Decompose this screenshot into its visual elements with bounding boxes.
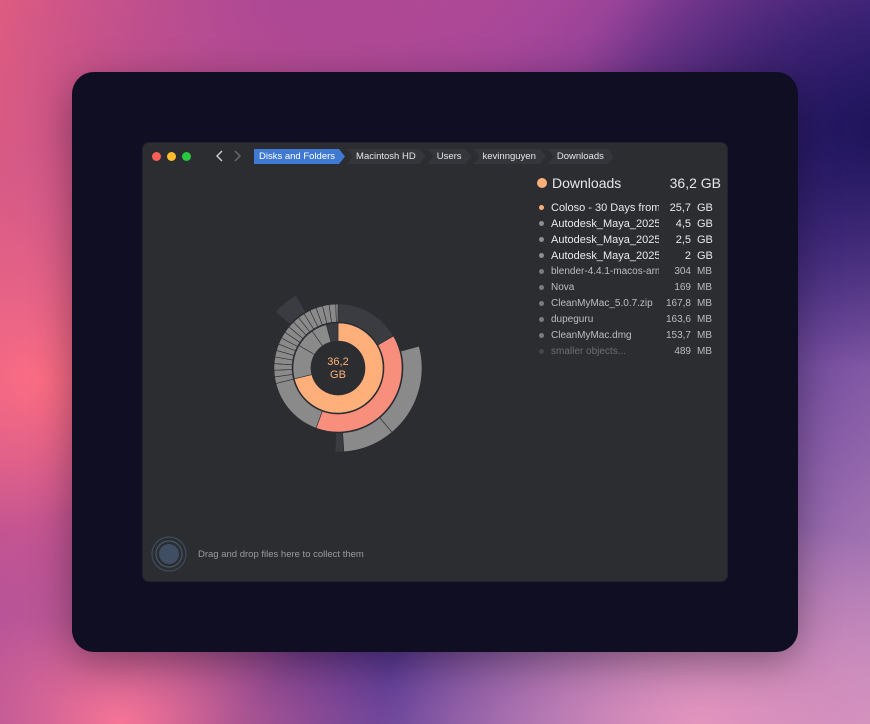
item-color-dot xyxy=(539,237,544,242)
item-size: 167,8 xyxy=(665,298,691,309)
item-name: Nova xyxy=(551,282,575,293)
sunburst-center[interactable] xyxy=(312,342,364,394)
item-name: blender-4.4.1-macos-arm64 xyxy=(551,266,659,277)
item-color-dot xyxy=(539,349,544,354)
breadcrumb-downloads[interactable]: Downloads xyxy=(548,149,614,164)
item-unit: GB xyxy=(697,202,713,214)
item-size: 25,7 xyxy=(669,202,691,214)
item-size: 2,5 xyxy=(675,234,691,246)
item-color-dot xyxy=(539,269,544,274)
item-name: Coloso - 30 Days from xyxy=(551,202,659,214)
item-color-dot xyxy=(539,301,544,306)
item-color-dot xyxy=(539,333,544,338)
item-unit: GB xyxy=(697,250,713,262)
item-color-dot xyxy=(539,317,544,322)
chevron-right-icon xyxy=(234,150,241,162)
sunburst-chart[interactable]: 36,2 GB xyxy=(248,278,448,478)
details-panel: Downloads 36,2 GB Coloso - 30 Days from … xyxy=(537,175,721,357)
collector-drop-icon[interactable] xyxy=(151,536,187,572)
item-color-dot xyxy=(539,221,544,226)
list-item[interactable]: CleanMyMac_5.0.7.zip 167,8 MB xyxy=(537,296,721,312)
folder-size: 36,2 GB xyxy=(669,175,721,191)
breadcrumb-macintosh-hd[interactable]: Macintosh HD xyxy=(347,149,426,164)
item-size: 169 xyxy=(674,282,691,293)
list-item[interactable]: Coloso - 30 Days from 25,7 GB xyxy=(537,200,721,216)
item-size: 163,6 xyxy=(665,314,691,325)
folder-header: Downloads 36,2 GB xyxy=(537,175,721,193)
item-color-dot xyxy=(539,205,544,210)
item-unit: MB xyxy=(697,282,712,293)
item-name: Autodesk_Maya_2025 xyxy=(551,250,659,262)
chevron-left-icon xyxy=(216,150,223,162)
close-button[interactable] xyxy=(152,152,161,161)
item-unit: MB xyxy=(697,330,712,341)
breadcrumb-disks-and-folders[interactable]: Disks and Folders xyxy=(254,149,345,164)
item-unit: GB xyxy=(697,234,713,246)
folder-name: Downloads xyxy=(552,175,622,191)
zoom-button[interactable] xyxy=(182,152,191,161)
item-size: 2 xyxy=(684,250,691,262)
list-item[interactable]: Autodesk_Maya_2025 2 GB xyxy=(537,248,721,264)
list-item-smaller-objects[interactable]: smaller objects... 489 MB xyxy=(537,344,721,360)
item-unit: GB xyxy=(697,218,713,230)
titlebar: Disks and Folders Macintosh HD Users kev… xyxy=(143,143,727,169)
item-size: 489 xyxy=(674,346,691,357)
folder-color-dot xyxy=(537,178,547,188)
item-size: 153,7 xyxy=(665,330,691,341)
item-size: 304 xyxy=(674,266,691,277)
list-item[interactable]: CleanMyMac.dmg 153,7 MB xyxy=(537,328,721,344)
item-name: Autodesk_Maya_2025 xyxy=(551,218,659,230)
item-name: Autodesk_Maya_2025 xyxy=(551,234,659,246)
item-unit: MB xyxy=(697,346,712,357)
breadcrumb-users[interactable]: Users xyxy=(428,149,472,164)
total-size-unit: GB xyxy=(330,369,346,381)
breadcrumb-kevinnguyen[interactable]: kevinnguyen xyxy=(474,149,546,164)
minimize-button[interactable] xyxy=(167,152,176,161)
item-name: smaller objects... xyxy=(551,346,627,357)
back-button[interactable] xyxy=(213,149,227,163)
item-size: 4,5 xyxy=(675,218,691,230)
item-color-dot xyxy=(539,285,544,290)
sunburst-segment-fine[interactable] xyxy=(335,303,339,323)
item-name: CleanMyMac_5.0.7.zip xyxy=(551,298,653,309)
item-list: Coloso - 30 Days from 25,7 GB Autodesk_M… xyxy=(537,200,721,360)
item-name: CleanMyMac.dmg xyxy=(551,330,632,341)
item-name: dupeguru xyxy=(551,314,594,325)
item-unit: MB xyxy=(697,298,712,309)
item-unit: MB xyxy=(697,266,712,277)
list-item[interactable]: blender-4.4.1-macos-arm64 304 MB xyxy=(537,264,721,280)
item-unit: MB xyxy=(697,314,712,325)
list-item[interactable]: Nova 169 MB xyxy=(537,280,721,296)
list-item[interactable]: Autodesk_Maya_2025 2,5 GB xyxy=(537,232,721,248)
list-item[interactable]: Autodesk_Maya_2025 4,5 GB xyxy=(537,216,721,232)
drop-hint: Drag and drop files here to collect them xyxy=(198,549,364,560)
forward-button[interactable] xyxy=(230,149,244,163)
item-color-dot xyxy=(539,253,544,258)
list-item[interactable]: dupeguru 163,6 MB xyxy=(537,312,721,328)
sunburst-segment-outer-3[interactable] xyxy=(334,432,345,453)
breadcrumb: Disks and Folders Macintosh HD Users kev… xyxy=(254,149,616,164)
app-window: Disks and Folders Macintosh HD Users kev… xyxy=(143,143,727,581)
total-size-value: 36,2 xyxy=(327,356,348,368)
